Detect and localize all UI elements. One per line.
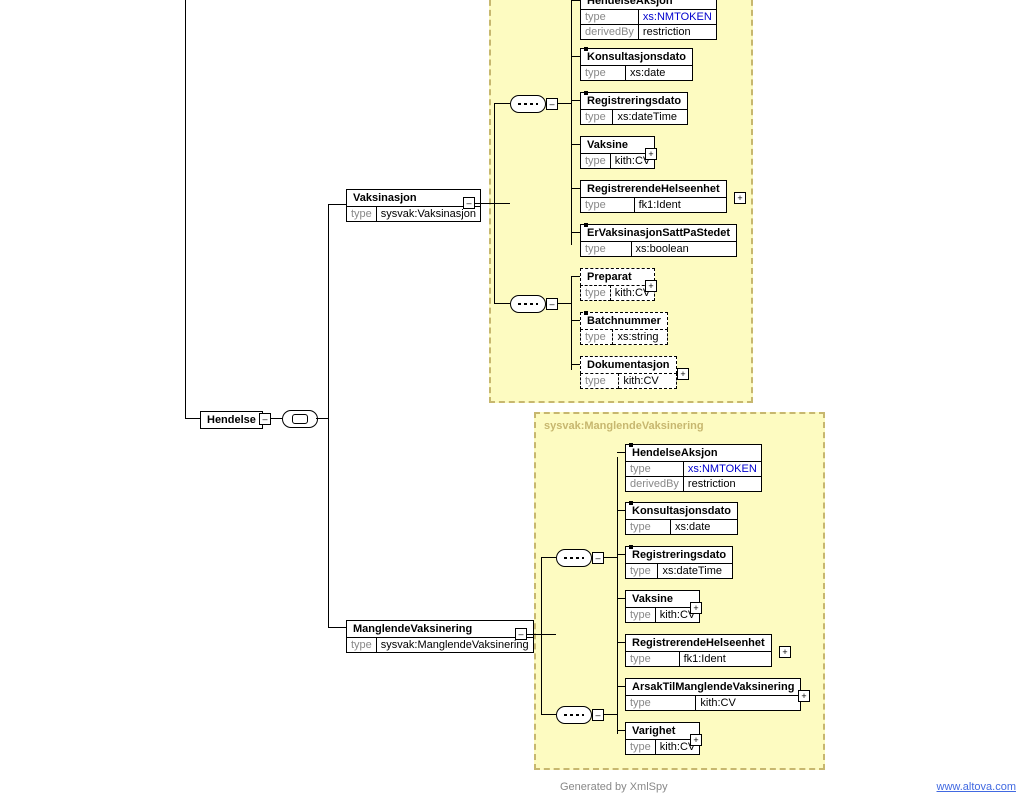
node-m-varighet: Varighet typekith:CV [625, 722, 700, 755]
label: Konsultasjonsdato [632, 505, 731, 517]
node-v-vaksine: Vaksine typekith:CV [580, 136, 655, 169]
sequence-connector [556, 706, 592, 724]
node-manglendevaksinering: ManglendeVaksinering typesysvak:Manglend… [346, 620, 534, 653]
expand-icon[interactable]: + [734, 192, 746, 204]
node-v-batchnummer: Batchnummer typexs:string [580, 312, 668, 345]
label: Preparat [580, 268, 655, 286]
label: Batchnummer [587, 315, 661, 327]
node-hendelse-label: Hendelse [200, 411, 263, 429]
label: Vaksine [580, 136, 655, 154]
expand-icon[interactable]: + [677, 368, 689, 380]
expand-icon[interactable]: + [645, 280, 657, 292]
expand-icon[interactable]: – [592, 552, 604, 564]
node-m-konsultasjonsdato: Konsultasjonsdato typexs:date [625, 502, 738, 535]
node-v-konsultasjonsdato: Konsultasjonsdato typexs:date [580, 48, 693, 81]
node-hendelse: Hendelse [200, 411, 263, 429]
node-v-hendelseaksjon: HendelseAksjon typexs:NMTOKEN derivedByr… [580, 0, 717, 40]
expand-icon[interactable]: + [690, 602, 702, 614]
expand-icon[interactable]: – [259, 413, 271, 425]
label: HendelseAksjon [632, 447, 718, 459]
expand-icon[interactable]: – [592, 709, 604, 721]
label: RegistrerendeHelseenhet [625, 634, 772, 652]
label: Registreringsdato [587, 95, 681, 107]
expand-icon[interactable]: + [779, 646, 791, 658]
node-m-hendelseaksjon: HendelseAksjon typexs:NMTOKEN derivedByr… [625, 444, 762, 492]
label: ArsakTilManglendeVaksinering [625, 678, 801, 696]
node-v-dokumentasjon: Dokumentasjon typekith:CV [580, 356, 677, 389]
expand-icon[interactable]: + [645, 148, 657, 160]
node-v-registrerendehelseenhet: RegistrerendeHelseenhet typefk1:Ident [580, 180, 727, 213]
node-m-registreringsdato: Registreringsdato typexs:dateTime [625, 546, 733, 579]
node-m-arsak: ArsakTilManglendeVaksinering typekith:CV [625, 678, 801, 711]
sequence-connector [556, 549, 592, 567]
sequence-connector [510, 295, 546, 313]
node-vaksinasjon-attrs: typesysvak:Vaksinasjon [346, 206, 481, 222]
label: ErVaksinasjonSattPaStedet [587, 227, 730, 239]
label: ManglendeVaksinering [346, 620, 534, 638]
expand-icon[interactable]: + [690, 734, 702, 746]
node-vaksinasjon-label: Vaksinasjon [346, 189, 481, 207]
label: Konsultasjonsdato [587, 51, 686, 63]
expand-icon[interactable]: – [546, 98, 558, 110]
label: Vaksine [625, 590, 700, 608]
label: RegistrerendeHelseenhet [580, 180, 727, 198]
node-m-registrerendehelseenhet: RegistrerendeHelseenhet typefk1:Ident [625, 634, 772, 667]
label: HendelseAksjon [587, 0, 673, 7]
sequence-connector [510, 95, 546, 113]
node-v-registreringsdato: Registreringsdato typexs:dateTime [580, 92, 688, 125]
expand-icon[interactable]: – [546, 298, 558, 310]
group-label: sysvak:ManglendeVaksinering [544, 420, 704, 432]
choice-connector [282, 410, 318, 428]
node-m-vaksine: Vaksine typekith:CV [625, 590, 700, 623]
label: Varighet [625, 722, 700, 740]
node-v-preparat: Preparat typekith:CV [580, 268, 655, 301]
expand-icon[interactable]: + [798, 690, 810, 702]
node-vaksinasjon: Vaksinasjon typesysvak:Vaksinasjon [346, 189, 481, 222]
generated-by-label: Generated by XmlSpy [560, 781, 668, 793]
label: Dokumentasjon [580, 356, 677, 374]
node-v-ervaksattpastedet: ErVaksinasjonSattPaStedet typexs:boolean [580, 224, 737, 257]
altova-link[interactable]: www.altova.com [937, 781, 1016, 793]
label: Registreringsdato [632, 549, 726, 561]
